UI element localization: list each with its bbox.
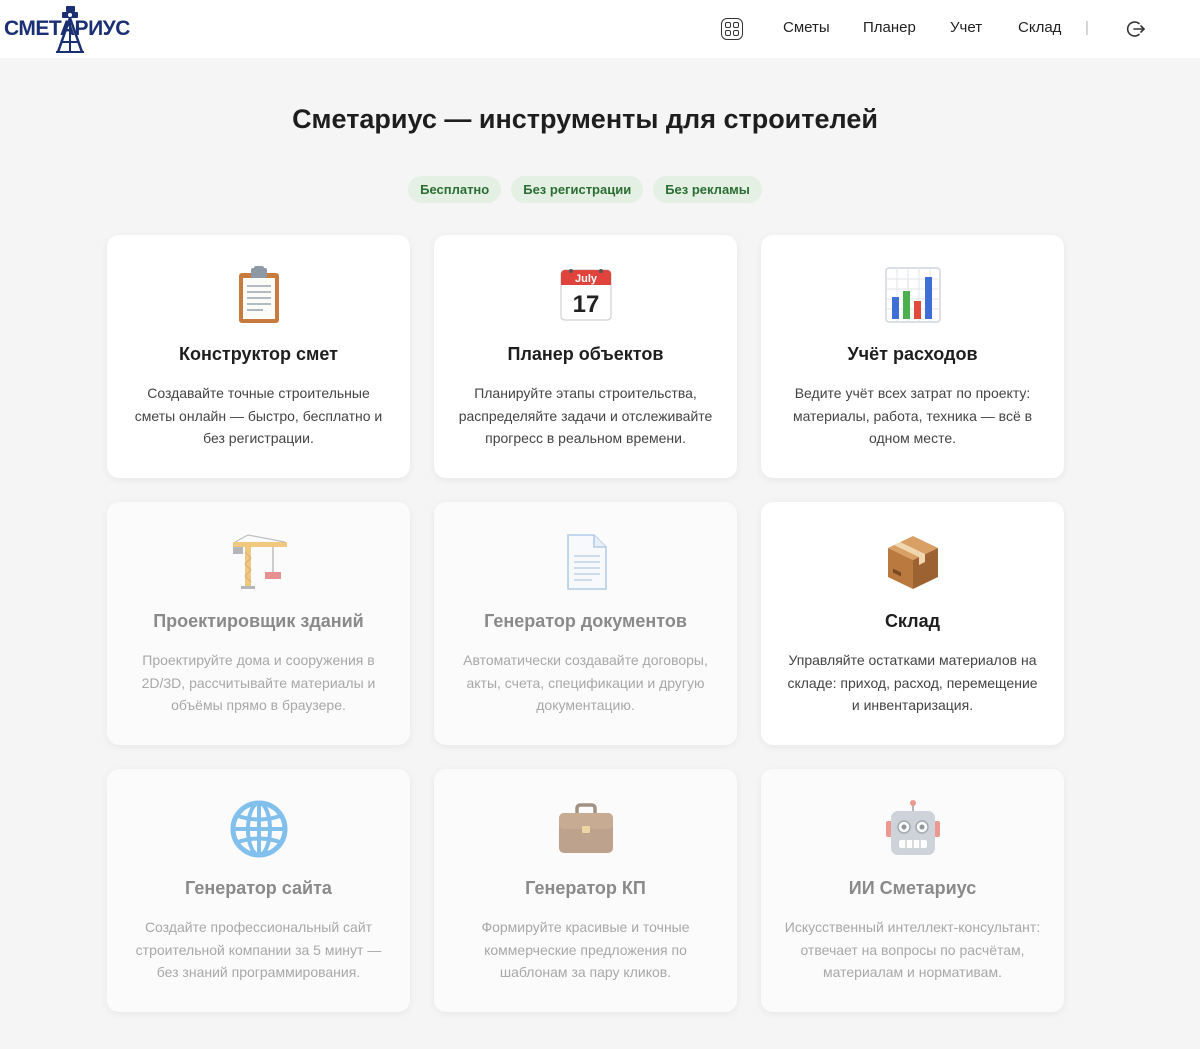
card-ai-assistant[interactable]: ИИ Сметариус Искусственный интеллект-кон…	[761, 769, 1064, 1012]
calendar-icon: July 17	[559, 269, 612, 321]
document-icon	[566, 534, 607, 590]
badge-no-ads: Без рекламы	[653, 176, 762, 203]
card-description: Создайте профессиональный сайт строитель…	[135, 919, 382, 980]
bar-chart-icon	[884, 267, 941, 323]
clipboard-icon	[238, 266, 279, 323]
card-description: Искусственный интеллект-консультант: отв…	[784, 919, 1041, 980]
card-estimate-builder[interactable]: Конструктор смет Создавайте точные строи…	[107, 235, 410, 478]
card-title: ИИ Сметариус	[848, 878, 977, 898]
card-description: Формируйте красивые и точные коммерчески…	[481, 919, 690, 980]
badge-no-registration: Без регистрации	[511, 176, 644, 203]
badge-free: Бесплатно	[408, 176, 502, 203]
tools-grid: Конструктор смет Создавайте точные строи…	[107, 235, 1064, 1012]
card-title: Проектировщик зданий	[153, 611, 364, 631]
nav-link-planer[interactable]: Планер	[863, 19, 916, 36]
package-icon	[887, 536, 938, 589]
globe-icon	[230, 800, 287, 858]
card-expense-tracking[interactable]: Учёт расходов Ведите учёт всех затрат по…	[761, 235, 1064, 478]
card-site-generator[interactable]: Генератор сайта Создайте профессиональны…	[107, 769, 410, 1012]
briefcase-icon	[558, 803, 613, 853]
card-title: Генератор сайта	[185, 878, 332, 898]
calendar-month: July	[574, 273, 597, 285]
card-description: Планируйте этапы строительства, распреде…	[458, 385, 713, 446]
calendar-day: 17	[572, 291, 599, 318]
card-description: Создавайте точные строительные сметы онл…	[134, 385, 383, 446]
nav-link-sklad[interactable]: Склад	[1018, 19, 1061, 36]
card-document-generator[interactable]: Генератор документов Автоматически созда…	[434, 502, 737, 745]
feature-badges: Бесплатно Без регистрации Без рекламы	[0, 176, 1170, 203]
logo-text: СМЕТАРИУС	[4, 17, 130, 40]
card-description: Проектируйте дома и сооружения в 2D/3D, …	[141, 652, 376, 713]
card-warehouse[interactable]: Склад Управляйте остатками материалов на…	[761, 502, 1064, 745]
nav-link-uchet[interactable]: Учет	[950, 19, 982, 36]
page-title: Сметариус — инструменты для строителей	[292, 104, 878, 134]
card-title: Учёт расходов	[847, 344, 978, 364]
nav-separator: |	[1085, 19, 1089, 36]
card-description: Управляйте остатками материалов на склад…	[787, 652, 1038, 713]
card-building-designer[interactable]: Проектировщик зданий Проектируйте дома и…	[107, 502, 410, 745]
card-title: Конструктор смет	[179, 344, 338, 364]
apps-grid-icon[interactable]	[721, 18, 743, 40]
card-object-planner[interactable]: July 17 Планер объектов Планируйте этапы…	[434, 235, 737, 478]
nav-link-smety[interactable]: Сметы	[783, 19, 830, 36]
card-title: Планер объектов	[507, 344, 664, 364]
card-proposal-generator[interactable]: Генератор КП Формируйте красивые и точны…	[434, 769, 737, 1012]
card-title: Генератор КП	[525, 878, 646, 898]
logout-icon[interactable]	[1126, 19, 1146, 39]
logo[interactable]: СМЕТАРИУС	[4, 6, 136, 53]
top-header: СМЕТАРИУС Сметы Планер Учет Склад |	[0, 0, 1200, 58]
crane-icon	[232, 534, 287, 589]
robot-icon	[885, 800, 940, 855]
card-title: Генератор документов	[484, 611, 687, 631]
card-description: Ведите учёт всех затрат по проекту: мате…	[792, 385, 1033, 446]
card-title: Склад	[884, 611, 941, 631]
card-description: Автоматически создавайте договоры, акты,…	[463, 652, 708, 713]
